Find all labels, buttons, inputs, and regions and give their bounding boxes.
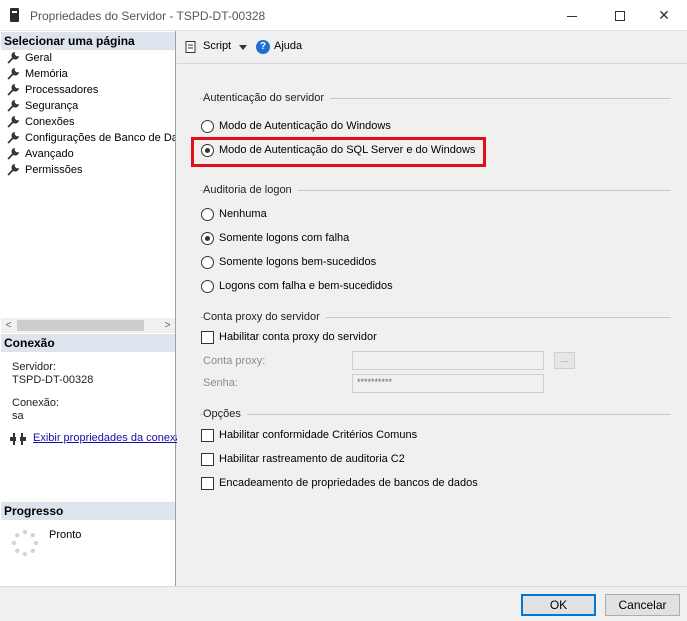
server-value: TSPD-DT-00328: [12, 374, 94, 386]
server-label: Servidor:: [12, 361, 57, 373]
radio-button[interactable]: [201, 120, 214, 133]
page-item-label: Conexões: [25, 116, 75, 128]
page-item-memoria[interactable]: Memória: [0, 66, 175, 82]
wrench-icon: [7, 68, 19, 80]
checkbox-label: Habilitar rastreamento de auditoria C2: [219, 453, 405, 465]
radio-label: Somente logons com falha: [219, 232, 350, 244]
dialog-footer: OK Cancelar: [0, 586, 687, 621]
radio-label: Logons com falha e bem-sucedidos: [219, 280, 393, 292]
wrench-icon: [7, 164, 19, 176]
page-item-label: Avançado: [25, 148, 74, 160]
page-item-label: Permissões: [25, 164, 83, 176]
progress-spinner-icon: [11, 529, 39, 557]
checkbox[interactable]: [201, 429, 214, 442]
window-title: Propriedades do Servidor - TSPD-DT-00328: [30, 9, 266, 23]
auth-group-title: Autenticação do servidor: [203, 92, 331, 104]
page-item-permissoes[interactable]: Permissões: [0, 162, 175, 178]
help-icon[interactable]: ?: [256, 40, 270, 54]
page-item-label: Memória: [25, 68, 68, 80]
proxy-account-label: Conta proxy:: [203, 355, 266, 367]
wrench-icon: [7, 148, 19, 160]
scroll-left-button[interactable]: <: [1, 318, 16, 333]
audit-group-title: Auditoria de logon: [203, 184, 298, 196]
checkbox[interactable]: [201, 331, 214, 344]
options-group-divider: [200, 414, 671, 415]
radio-button[interactable]: [201, 256, 214, 269]
ok-button[interactable]: OK: [521, 594, 596, 616]
scroll-right-button[interactable]: >: [160, 318, 175, 333]
connection-value: sa: [12, 410, 24, 422]
connection-label: Conexão:: [12, 397, 60, 409]
radio-button[interactable]: [201, 208, 214, 221]
script-dropdown-icon[interactable]: [239, 45, 247, 50]
checkbox[interactable]: [201, 477, 214, 490]
progress-status: Pronto: [49, 529, 82, 541]
page-item-label: Configurações de Banco de Da: [25, 132, 175, 144]
page-item-conexoes[interactable]: Conexões: [0, 114, 175, 130]
page-item-geral[interactable]: Geral: [0, 50, 175, 66]
proxy-browse-button[interactable]: ...: [554, 352, 575, 369]
page-item-processadores[interactable]: Processadores: [0, 82, 175, 98]
proxy-password-label: Senha:: [203, 377, 238, 389]
checkbox-label: Habilitar conformidade Critérios Comuns: [219, 429, 418, 441]
wrench-icon: [7, 100, 19, 112]
checkbox[interactable]: [201, 453, 214, 466]
page-item-label: Processadores: [25, 84, 99, 96]
page-list-scrollbar[interactable]: < >: [1, 318, 175, 333]
checkbox-label: Habilitar conta proxy do servidor: [219, 331, 377, 343]
connection-properties-icon: [10, 433, 26, 445]
maximize-icon: [615, 11, 625, 22]
close-button[interactable]: ✕: [641, 0, 687, 31]
options-group-title: Opções: [203, 408, 247, 420]
checkbox-label: Encadeamento de propriedades de bancos d…: [219, 477, 478, 489]
page-item-seguranca[interactable]: Segurança: [0, 98, 175, 114]
connection-header: Conexão: [1, 334, 175, 352]
left-pane: Selecionar uma página Geral Memória Proc…: [0, 31, 182, 586]
minimize-button[interactable]: [549, 0, 595, 31]
proxy-group-title: Conta proxy do servidor: [203, 311, 326, 323]
radio-label: Somente logons bem-sucedidos: [219, 256, 377, 268]
proxy-account-input[interactable]: [352, 351, 544, 370]
select-page-header: Selecionar uma página: [1, 32, 175, 50]
right-pane: Script ? Ajuda: [177, 31, 687, 586]
page-item-configuracoes-banco[interactable]: Configurações de Banco de Da: [0, 130, 175, 146]
cancel-button[interactable]: Cancelar: [605, 594, 680, 616]
wrench-icon: [7, 52, 19, 64]
wrench-icon: [7, 116, 19, 128]
radio-label: Modo de Autenticação do Windows: [219, 120, 391, 132]
progress-header: Progresso: [1, 502, 175, 520]
script-button[interactable]: Script: [203, 40, 231, 52]
title-bar: Propriedades do Servidor - TSPD-DT-00328…: [0, 0, 687, 31]
radio-button-selected[interactable]: [201, 232, 214, 245]
close-icon: ✕: [658, 7, 670, 23]
page-item-label: Segurança: [25, 100, 79, 112]
page-item-avancado[interactable]: Avançado: [0, 146, 175, 162]
help-button[interactable]: Ajuda: [274, 40, 302, 52]
wrench-icon: [7, 132, 19, 144]
radio-label: Nenhuma: [219, 208, 267, 220]
minimize-icon: [567, 15, 577, 17]
script-icon: [185, 41, 196, 53]
wrench-icon: [7, 84, 19, 96]
highlight-box: [191, 137, 486, 167]
toolbar: Script ? Ajuda: [177, 31, 687, 64]
proxy-password-input[interactable]: **********: [352, 374, 544, 393]
page-list: Geral Memória Processadores Segurança Co…: [0, 50, 175, 178]
maximize-button[interactable]: [597, 0, 643, 31]
app-icon: [10, 8, 19, 22]
view-connection-properties-link[interactable]: Exibir propriedades da conexã: [33, 432, 182, 444]
page-item-label: Geral: [25, 52, 52, 64]
scrollbar-thumb[interactable]: [17, 320, 144, 331]
radio-button[interactable]: [201, 280, 214, 293]
